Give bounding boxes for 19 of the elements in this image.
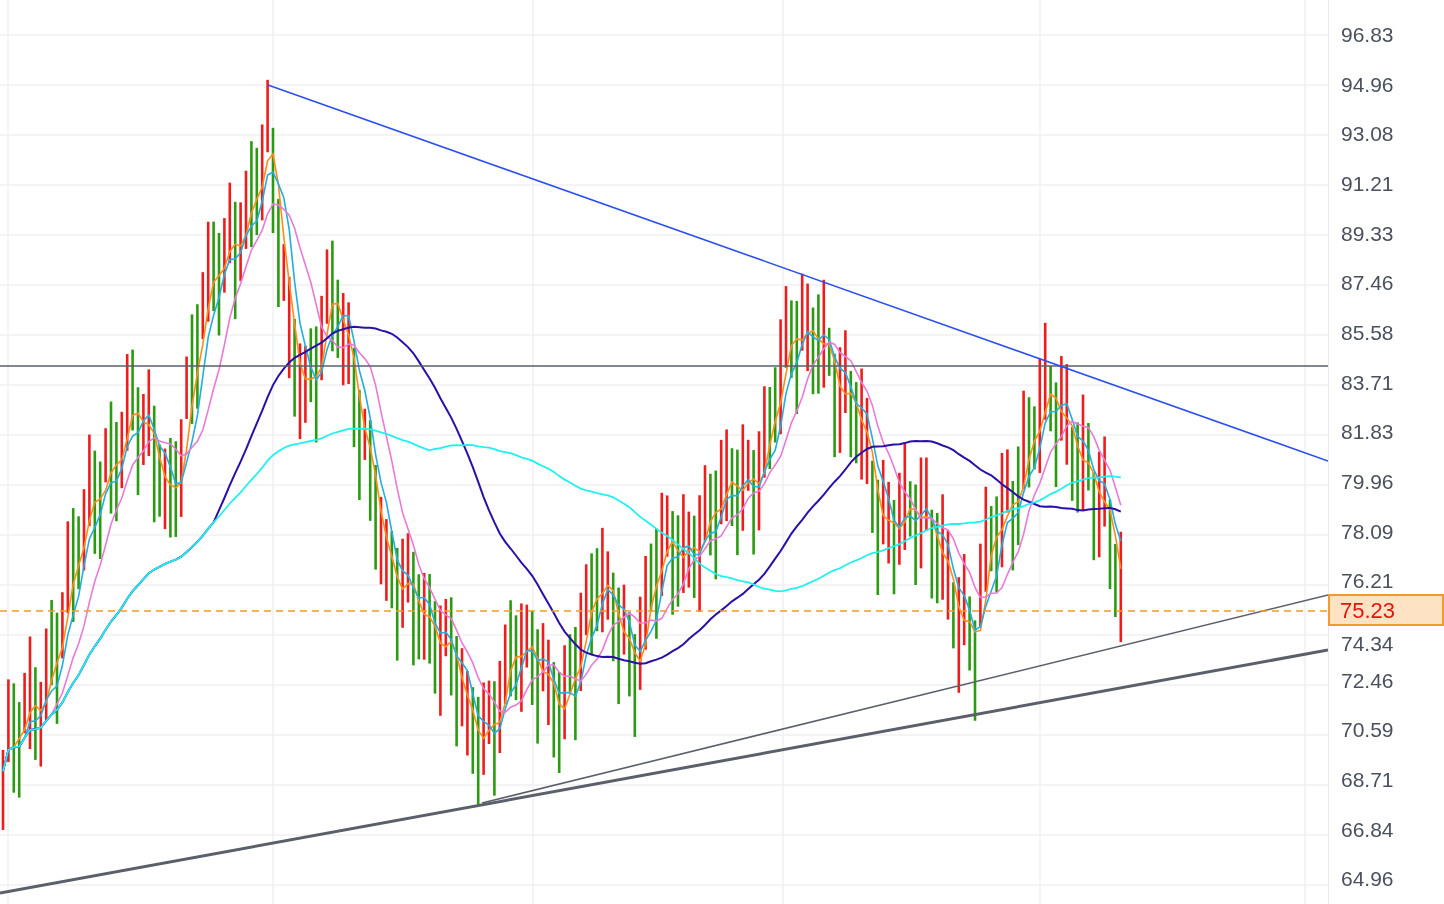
price-axis-label: 89.33 (1341, 221, 1394, 246)
price-axis-label: 68.71 (1341, 767, 1394, 792)
price-axis-label: 79.96 (1341, 469, 1394, 494)
price-axis-label: 72.46 (1341, 668, 1394, 693)
price-axis-label: 66.84 (1341, 817, 1394, 842)
price-axis-label: 81.83 (1341, 420, 1394, 445)
price-axis-label: 91.21 (1341, 171, 1394, 196)
price-axis-label: 83.71 (1341, 370, 1394, 395)
price-axis-label: 93.08 (1341, 122, 1394, 147)
price-axis-label: 78.09 (1341, 519, 1394, 544)
price-axis-label: 74.34 (1341, 631, 1394, 656)
price-axis-label: 96.83 (1341, 22, 1394, 47)
price-axis-label: 85.58 (1341, 320, 1394, 345)
price-axis-label: 64.96 (1341, 867, 1394, 892)
price-axis-label: 70.59 (1341, 718, 1394, 743)
price-axis-label: 87.46 (1341, 271, 1394, 296)
price-axis-label: 76.21 (1341, 569, 1394, 594)
price-axis-label: 94.96 (1341, 72, 1394, 97)
last-price-tag: 75.23 (1328, 594, 1444, 626)
